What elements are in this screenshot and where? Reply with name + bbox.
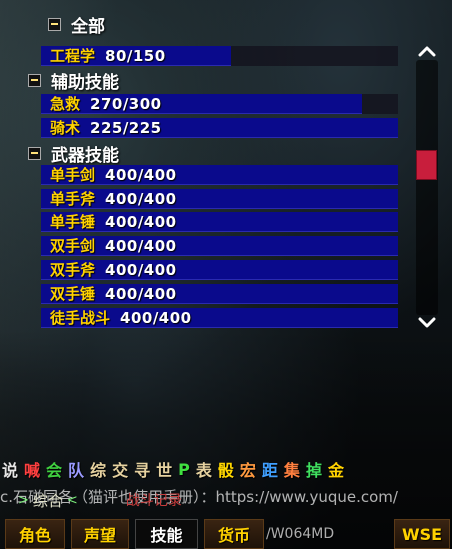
skill-value: 400/400 <box>120 309 192 327</box>
skill-list-panel: 全部 工程学 80/150 辅助技能 急救 270/300 骑术 225/225 武器… <box>0 0 452 335</box>
chat-channel-button[interactable]: 综 <box>90 457 106 481</box>
skill-value: 400/400 <box>105 285 177 303</box>
skill-value: 400/400 <box>105 213 177 231</box>
chat-channel-button[interactable]: 集 <box>284 457 300 481</box>
skill-value: 225/225 <box>90 119 162 137</box>
skill-value: 80/150 <box>105 47 166 65</box>
collapse-icon[interactable] <box>48 17 61 31</box>
skill-name: 骑术 <box>50 119 81 137</box>
chat-channel-button[interactable]: P <box>178 460 190 479</box>
chevron-up-icon <box>418 46 436 57</box>
skill-name: 单手斧 <box>50 190 96 208</box>
skill-value: 400/400 <box>105 261 177 279</box>
skill-value: 270/300 <box>90 95 162 113</box>
chat-channel-button[interactable]: 距 <box>262 457 278 481</box>
skill-row[interactable]: 工程学 80/150 <box>41 46 398 66</box>
scroll-down-button[interactable] <box>414 312 440 334</box>
tab-character[interactable]: 角色 <box>5 519 65 549</box>
skill-name: 急救 <box>50 95 81 113</box>
collapse-icon[interactable] <box>28 73 41 87</box>
category-label: 武器技能 <box>51 145 119 166</box>
chat-next-arrow[interactable]: < <box>67 493 78 508</box>
skill-row[interactable]: 单手锤 400/400 <box>41 212 398 232</box>
chat-channel-bar: 说喊会队综交寻世P表骰宏距集掉金 <box>0 457 452 481</box>
chat-channel-button[interactable]: 会 <box>46 457 62 481</box>
chat-channel-button[interactable]: 宏 <box>240 457 256 481</box>
chat-channel-button[interactable]: 喊 <box>24 457 40 481</box>
chat-channel-button[interactable]: 骰 <box>218 457 234 481</box>
skill-row[interactable]: 徒手战斗 400/400 <box>41 308 398 328</box>
chat-area: c.石碰同各（猫评也使用手册）：https://www.yuque.com/ >… <box>0 488 452 510</box>
chevron-down-icon <box>418 317 436 328</box>
skill-name: 单手锤 <box>50 213 96 231</box>
chat-channel-button[interactable]: 金 <box>328 457 344 481</box>
skill-name: 双手斧 <box>50 261 96 279</box>
skill-scrollbar[interactable] <box>416 60 438 315</box>
skill-name: 徒手战斗 <box>50 309 111 327</box>
chat-channel-button[interactable]: 掉 <box>306 457 322 481</box>
scroll-up-button[interactable] <box>414 40 440 62</box>
chat-channel-button[interactable]: 说 <box>2 457 18 481</box>
skill-name: 单手剑 <box>50 166 96 184</box>
tab-skills[interactable]: 技能 <box>135 519 198 549</box>
skill-value: 400/400 <box>105 190 177 208</box>
skill-row[interactable]: 双手剑 400/400 <box>41 236 398 256</box>
category-secondary[interactable]: 辅助技能 <box>28 69 119 93</box>
skill-row[interactable]: 急救 270/300 <box>41 94 398 114</box>
chat-message-tail: /W064MD <box>266 526 335 542</box>
background-shade <box>0 330 452 549</box>
chat-tab-general[interactable]: 综合 <box>33 490 63 511</box>
tab-wse[interactable]: WSE <box>394 519 450 549</box>
chat-tabs: > 综合 < 战斗记录 <box>18 490 182 510</box>
chat-prev-arrow[interactable]: > <box>18 493 29 508</box>
skill-name: 双手剑 <box>50 237 96 255</box>
skill-row[interactable]: 双手斧 400/400 <box>41 260 398 280</box>
skill-value: 400/400 <box>105 166 177 184</box>
skill-row[interactable]: 双手锤 400/400 <box>41 284 398 304</box>
chat-channel-button[interactable]: 队 <box>68 457 84 481</box>
skill-name: 双手锤 <box>50 285 96 303</box>
skill-row[interactable]: 单手斧 400/400 <box>41 189 398 209</box>
skill-value: 400/400 <box>105 237 177 255</box>
category-label: 全部 <box>71 16 105 37</box>
chat-tab-combat-log[interactable]: 战斗记录 <box>126 490 182 510</box>
chat-channel-button[interactable]: 世 <box>156 457 172 481</box>
collapse-icon[interactable] <box>28 146 41 160</box>
chat-channel-button[interactable]: 寻 <box>134 457 150 481</box>
tab-reputation[interactable]: 声望 <box>71 519 129 549</box>
character-tabs: 角色 声望 技能 货币 /W064MD WSE <box>0 519 452 549</box>
skill-row[interactable]: 骑术 225/225 <box>41 118 398 138</box>
scrollbar-thumb[interactable] <box>416 150 437 180</box>
tab-currency[interactable]: 货币 <box>204 519 264 549</box>
skill-row[interactable]: 单手剑 400/400 <box>41 165 398 185</box>
chat-channel-button[interactable]: 交 <box>112 457 128 481</box>
category-label: 辅助技能 <box>51 72 119 93</box>
chat-channel-button[interactable]: 表 <box>196 457 212 481</box>
category-all[interactable]: 全部 <box>48 13 105 37</box>
skill-name: 工程学 <box>50 47 96 65</box>
category-weapon[interactable]: 武器技能 <box>28 142 119 166</box>
